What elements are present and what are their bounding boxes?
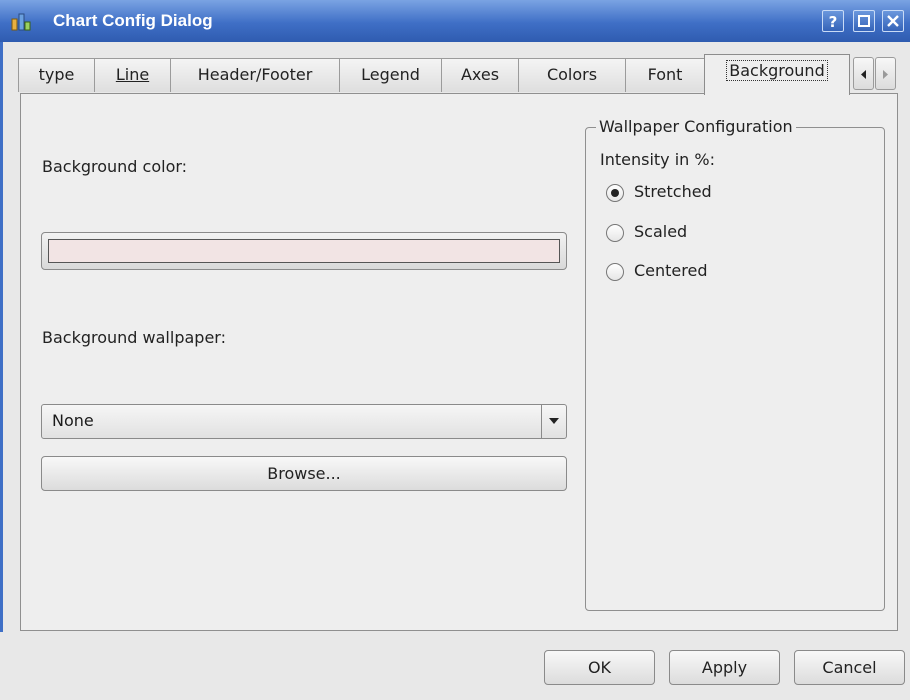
tab-label: Axes (460, 65, 500, 84)
wallpaper-select[interactable]: None (41, 404, 567, 439)
dialog-footer: OK Apply Cancel (0, 632, 910, 700)
tab-scroll-left-button[interactable] (853, 57, 874, 90)
tab-label: Background (726, 60, 828, 81)
tab-background[interactable]: Background (704, 54, 850, 95)
wallpaper-configuration-group (585, 127, 885, 611)
tab-colors[interactable]: Colors (518, 58, 626, 92)
tab-scroll-right-button[interactable] (875, 57, 896, 90)
app-icon (11, 13, 31, 31)
radio-checked-dot (611, 189, 619, 197)
tab-label: Legend (361, 65, 420, 84)
color-swatch (48, 239, 560, 263)
tab-label: Line (115, 65, 150, 84)
background-wallpaper-label: Background wallpaper: (42, 328, 226, 347)
tab-type[interactable]: type (18, 58, 95, 92)
tab-label: Colors (546, 65, 598, 84)
arrow-left-icon (861, 70, 866, 79)
window-title: Chart Config Dialog (53, 11, 213, 30)
radio-stretched-label[interactable]: Stretched (634, 182, 712, 201)
tab-label: type (38, 65, 75, 84)
tab-bar: type Line Header/Footer Legend Axes Colo… (18, 54, 900, 95)
wallpaper-select-value: None (52, 411, 94, 430)
radio-centered-label[interactable]: Centered (634, 261, 708, 280)
tab-axes[interactable]: Axes (441, 58, 519, 92)
tab-label: Header/Footer (197, 65, 313, 84)
tab-label: Font (647, 65, 683, 84)
maximize-icon (858, 15, 870, 27)
help-button[interactable]: ? (822, 10, 844, 32)
close-icon (887, 15, 899, 27)
tab-legend[interactable]: Legend (339, 58, 442, 92)
background-color-label: Background color: (42, 157, 188, 176)
close-button[interactable] (882, 10, 904, 32)
chevron-down-icon (549, 418, 559, 424)
radio-stretched[interactable] (606, 184, 624, 202)
radio-scaled-label[interactable]: Scaled (634, 222, 687, 241)
cancel-button[interactable]: Cancel (794, 650, 905, 685)
title-bar[interactable]: Chart Config Dialog ? (0, 0, 910, 42)
intensity-label: Intensity in %: (600, 150, 715, 169)
apply-button[interactable]: Apply (669, 650, 780, 685)
background-color-button[interactable] (41, 232, 567, 270)
ok-button[interactable]: OK (544, 650, 655, 685)
radio-centered[interactable] (606, 263, 624, 281)
arrow-right-icon (883, 70, 888, 79)
tab-line[interactable]: Line (94, 58, 171, 92)
dropdown-arrow[interactable] (541, 405, 566, 438)
tab-font[interactable]: Font (625, 58, 705, 92)
window-left-border (0, 42, 3, 700)
maximize-button[interactable] (853, 10, 875, 32)
radio-scaled[interactable] (606, 224, 624, 242)
wallpaper-configuration-title: Wallpaper Configuration (596, 117, 796, 136)
tab-header-footer[interactable]: Header/Footer (170, 58, 340, 92)
browse-button[interactable]: Browse... (41, 456, 567, 491)
